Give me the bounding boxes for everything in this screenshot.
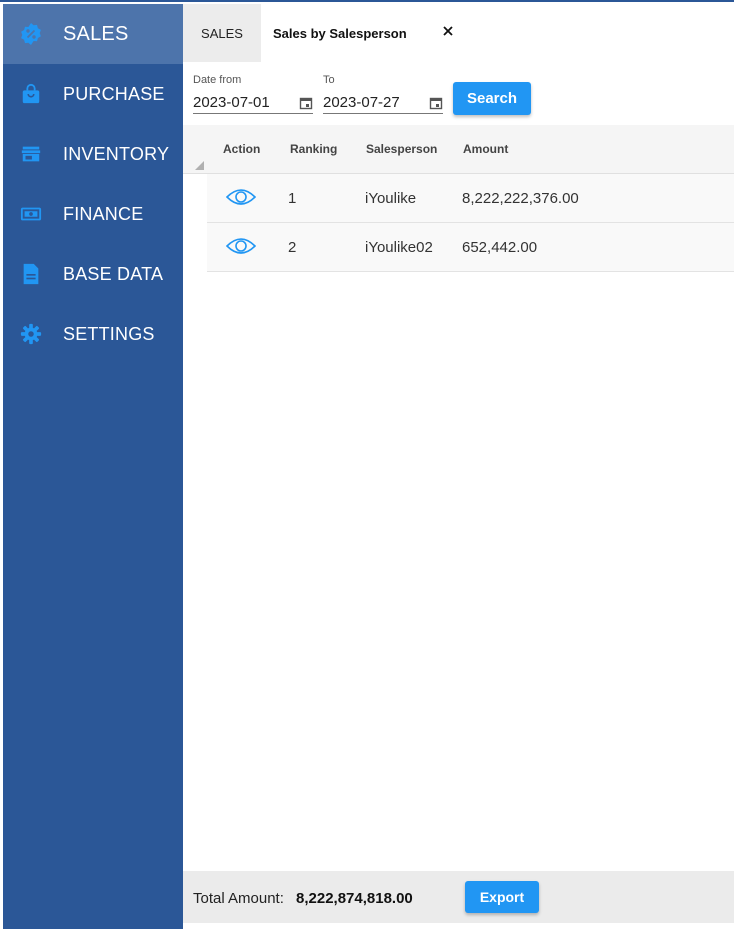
cell-ranking: 2	[288, 239, 297, 256]
total-amount-label: Total Amount:	[193, 890, 284, 907]
search-button[interactable]: Search	[453, 82, 531, 115]
header-amount[interactable]: Amount	[463, 142, 508, 156]
store-icon	[19, 142, 43, 166]
cell-amount: 652,442.00	[462, 239, 538, 256]
sidebar-item-label: PURCHASE	[63, 83, 165, 104]
date-from-field: Date from	[193, 74, 313, 114]
sidebar-item-finance[interactable]: FINANCE	[3, 185, 183, 243]
calendar-icon[interactable]	[299, 96, 313, 115]
date-to-label: To	[323, 74, 335, 86]
close-icon[interactable]	[439, 22, 457, 40]
sidebar-item-label: INVENTORY	[63, 143, 170, 164]
tab-sales-by-salesperson[interactable]: Sales by Salesperson	[273, 4, 407, 62]
date-from-label: Date from	[193, 74, 242, 86]
sidebar-item-label: BASE DATA	[63, 263, 164, 284]
date-to-field: To	[323, 74, 443, 114]
footer-bar: Total Amount: 8,222,874,818.00	[183, 871, 734, 923]
banknote-icon	[19, 202, 43, 226]
eye-icon[interactable]	[225, 236, 257, 261]
eye-icon[interactable]	[225, 187, 257, 212]
calendar-icon[interactable]	[429, 96, 443, 115]
percent-badge-icon	[19, 22, 43, 46]
sidebar-item-settings[interactable]: SETTINGS	[3, 305, 183, 363]
total-amount-value: 8,222,874,818.00	[296, 890, 413, 907]
sidebar: SALES PURCHASE INVENTORY FINANCE BASE DA…	[3, 4, 183, 929]
gear-icon	[19, 322, 43, 346]
header-action[interactable]: Action	[223, 142, 260, 156]
sidebar-item-base-data[interactable]: BASE DATA	[3, 245, 183, 303]
cell-ranking: 1	[288, 190, 297, 207]
cell-salesperson: iYoulike02	[365, 239, 433, 256]
app-window: SALES PURCHASE INVENTORY FINANCE BASE DA…	[0, 0, 734, 929]
date-to-input[interactable]	[323, 94, 423, 111]
tab-bar: SALES Sales by Salesperson	[183, 4, 734, 62]
tab-sales[interactable]: SALES	[183, 4, 261, 62]
date-to-row	[323, 92, 443, 114]
shopping-bag-icon	[19, 82, 43, 106]
table-header: Action Ranking Salesperson Amount	[183, 125, 734, 174]
date-from-input[interactable]	[193, 94, 293, 111]
document-icon	[19, 262, 43, 286]
cell-amount: 8,222,222,376.00	[462, 190, 579, 207]
sales-table: Action Ranking Salesperson Amount 1 iYou…	[183, 125, 734, 272]
sidebar-item-label: SALES	[63, 22, 129, 45]
header-salesperson[interactable]: Salesperson	[366, 142, 437, 156]
export-button[interactable]: Export	[465, 881, 539, 913]
sidebar-item-inventory[interactable]: INVENTORY	[3, 125, 183, 183]
table-row[interactable]: 2 iYoulike02 652,442.00	[207, 223, 734, 272]
date-from-row	[193, 92, 313, 114]
sidebar-item-label: FINANCE	[63, 203, 144, 224]
cell-salesperson: iYoulike	[365, 190, 417, 207]
resize-corner-icon	[195, 161, 204, 170]
sidebar-item-purchase[interactable]: PURCHASE	[3, 65, 183, 123]
table-row[interactable]: 1 iYoulike 8,222,222,376.00	[207, 174, 734, 223]
header-ranking[interactable]: Ranking	[290, 142, 337, 156]
sidebar-item-sales[interactable]: SALES	[3, 4, 183, 64]
sidebar-item-label: SETTINGS	[63, 323, 155, 344]
